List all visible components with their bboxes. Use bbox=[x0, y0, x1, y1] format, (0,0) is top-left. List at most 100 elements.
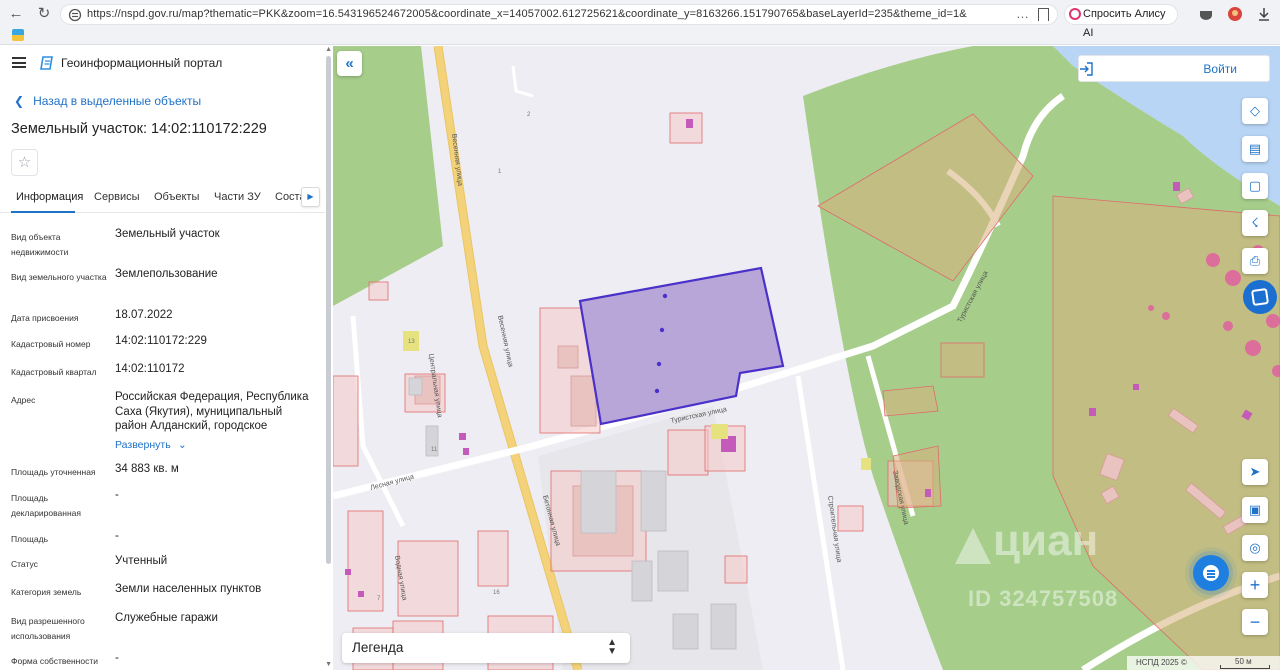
parcel[interactable] bbox=[837, 505, 864, 532]
select-area-icon[interactable]: ▢ bbox=[1242, 173, 1268, 199]
bookmark-icon[interactable] bbox=[1038, 8, 1049, 21]
building-magenta bbox=[1089, 408, 1096, 416]
parcel[interactable] bbox=[368, 281, 389, 301]
parcel[interactable] bbox=[397, 540, 459, 617]
chevron-left-icon: ❮ bbox=[14, 94, 25, 108]
map-dot bbox=[1266, 314, 1280, 328]
parcel[interactable] bbox=[477, 530, 509, 587]
forest-left bbox=[333, 46, 443, 306]
scroll-down-icon[interactable]: ▼ bbox=[325, 661, 332, 668]
back-to-selection-link[interactable]: ❮ Назад в выделенные объекты bbox=[14, 94, 201, 108]
more-icon[interactable]: … bbox=[1016, 6, 1029, 21]
map-canvas[interactable]: Весенняя улица Весенняя улица Туристская… bbox=[333, 46, 1280, 670]
legend-label: Легенда bbox=[352, 640, 404, 655]
parcel[interactable] bbox=[724, 555, 748, 584]
ask-alice-button[interactable]: Спросить Алису AI bbox=[1064, 4, 1178, 39]
extension-icon[interactable] bbox=[1198, 6, 1214, 22]
parcel[interactable] bbox=[333, 375, 359, 467]
building-magenta bbox=[358, 591, 364, 597]
industrial-building bbox=[640, 470, 667, 532]
alice-icon bbox=[1069, 8, 1081, 20]
field-label: Вид разрешенного использования bbox=[11, 616, 85, 641]
field-label: Вид объекта недвижимости bbox=[11, 232, 69, 257]
map-copyright: НСПД 2025 © 50 м bbox=[1127, 656, 1280, 670]
field-label: Дата присвоения bbox=[11, 313, 79, 323]
address-bar[interactable]: https://nspd.gov.ru/map?thematic=PKK&zoo… bbox=[60, 4, 1058, 25]
reload-icon[interactable]: ↻ bbox=[33, 5, 55, 23]
url-text[interactable]: https://nspd.gov.ru/map?thematic=PKK&zoo… bbox=[87, 8, 967, 20]
field-value: 14:02:110172:229 bbox=[115, 335, 207, 347]
house-number: 11 bbox=[431, 447, 438, 453]
vertex bbox=[656, 361, 662, 367]
field-value: Российская Федерация, Республика Саха (Я… bbox=[115, 391, 309, 432]
back-arrow-icon[interactable]: ← bbox=[5, 5, 27, 23]
forest-parcel[interactable] bbox=[882, 385, 939, 417]
field-label: Площадь bbox=[11, 534, 49, 544]
expand-address-link[interactable]: Развернуть ⌄ bbox=[115, 438, 315, 453]
expand-label: Развернуть bbox=[115, 439, 171, 451]
field-value: - bbox=[115, 530, 119, 542]
download-icon[interactable] bbox=[1256, 6, 1272, 22]
cian-logo-icon bbox=[955, 528, 991, 564]
tab-information[interactable]: Информация bbox=[16, 191, 83, 203]
legend-dropdown[interactable]: Легенда ▲ ▼ bbox=[342, 633, 630, 663]
ask-alice-label: Спросить Алису AI bbox=[1083, 8, 1166, 39]
lane bbox=[511, 65, 534, 98]
share-icon[interactable]: ☇ bbox=[1242, 210, 1268, 236]
tab-parts[interactable]: Части ЗУ bbox=[214, 191, 261, 203]
ruler-icon[interactable]: ▤ bbox=[1242, 136, 1268, 162]
building bbox=[557, 345, 579, 369]
house-number: 16 bbox=[493, 590, 500, 596]
field-value: 14:02:110172 bbox=[115, 363, 185, 375]
selected-parcel[interactable] bbox=[578, 266, 785, 426]
map-dot bbox=[1162, 312, 1170, 320]
tab-services[interactable]: Сервисы bbox=[94, 191, 140, 203]
scroll-up-icon[interactable]: ▲ bbox=[325, 46, 332, 53]
back-link-label: Назад в выделенные объекты bbox=[33, 94, 202, 108]
site-info-icon[interactable] bbox=[68, 8, 82, 22]
field-label: Площадь декларированная bbox=[11, 493, 81, 518]
tab-objects[interactable]: Объекты bbox=[154, 191, 199, 203]
house-number: 2 bbox=[527, 112, 531, 118]
zoom-out-button[interactable]: − bbox=[1242, 609, 1268, 635]
favorite-star-icon[interactable]: ☆ bbox=[11, 149, 38, 176]
portal-logo-icon bbox=[40, 56, 53, 70]
road-central bbox=[350, 315, 406, 528]
field-label: Площадь уточненная bbox=[11, 467, 96, 477]
zoom-in-button[interactable]: + bbox=[1242, 572, 1268, 598]
field-value: Земельный участок bbox=[115, 228, 220, 240]
field-label: Категория земель bbox=[11, 587, 82, 597]
tabs-next-button[interactable]: ▶ bbox=[301, 187, 320, 207]
field-label: Вид земельного участка bbox=[11, 272, 107, 282]
object-info-panel: Геоинформационный портал ❮ Назад в выделе… bbox=[0, 46, 333, 670]
print-icon[interactable]: ⎙ bbox=[1242, 248, 1268, 274]
minimap-icon[interactable]: ▣ bbox=[1242, 497, 1268, 523]
gosuslugi-icon[interactable] bbox=[1243, 280, 1277, 314]
location-search-icon[interactable]: ◎ bbox=[1242, 535, 1268, 561]
object-title: Земельный участок: 14:02:110172:229 bbox=[11, 121, 267, 137]
field-label: Статус bbox=[11, 559, 38, 569]
industrial-building bbox=[657, 550, 689, 592]
parcel[interactable] bbox=[667, 429, 709, 476]
map-view[interactable]: Весенняя улица Весенняя улица Туристская… bbox=[333, 46, 1280, 670]
forest-parcel[interactable] bbox=[940, 342, 985, 378]
bookmark-favicon-icon[interactable] bbox=[12, 29, 24, 41]
industrial-building bbox=[408, 377, 423, 396]
chat-button[interactable] bbox=[1193, 555, 1229, 591]
building-yellow bbox=[861, 458, 871, 470]
layers-icon[interactable]: ◇ bbox=[1242, 98, 1268, 124]
geolocation-icon[interactable]: ➤ bbox=[1242, 459, 1268, 485]
field-value: Земли населенных пунктов bbox=[115, 583, 262, 595]
menu-icon[interactable] bbox=[12, 57, 26, 68]
building-magenta bbox=[345, 569, 351, 575]
profile-icon[interactable] bbox=[1227, 6, 1243, 22]
chevron-down-icon: ⌄ bbox=[177, 439, 187, 451]
panel-scrollbar[interactable] bbox=[326, 56, 331, 564]
login-button[interactable]: Войти bbox=[1078, 55, 1270, 82]
vertex bbox=[654, 388, 660, 394]
field-value: Служебные гаражи bbox=[115, 612, 218, 624]
collapse-panel-button[interactable]: « bbox=[337, 51, 362, 76]
map-dot bbox=[1245, 340, 1261, 356]
portal-title: Геоинформационный портал bbox=[61, 56, 223, 70]
field-value: Учтенный bbox=[115, 555, 168, 567]
